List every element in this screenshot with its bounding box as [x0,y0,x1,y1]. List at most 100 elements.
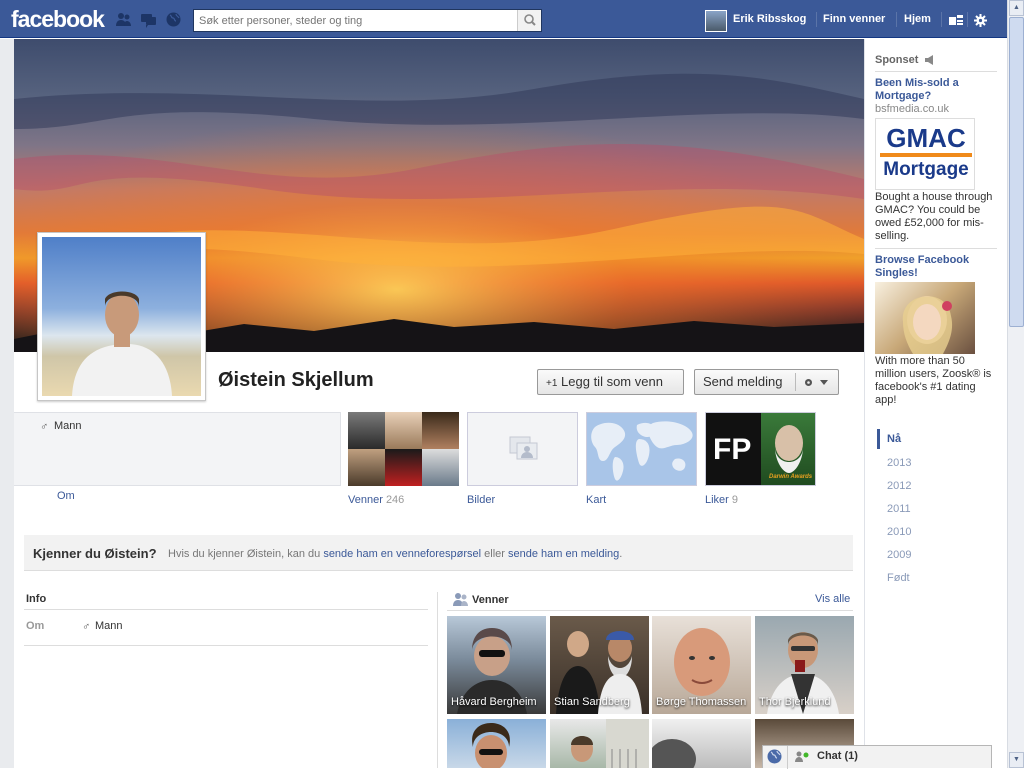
user-avatar[interactable] [705,10,727,32]
profile-photo-image [42,237,201,396]
add-friend-label: Legg til som venn [561,374,663,389]
scroll-up-arrow[interactable]: ▲ [1009,0,1024,16]
nav-divider [896,12,897,27]
friend-requests-icon[interactable] [115,11,132,28]
search-icon [524,14,536,26]
search-input[interactable] [194,10,518,31]
info-row-divider [24,645,428,646]
scroll-down-arrow[interactable]: ▼ [1009,752,1024,768]
friend-tile[interactable] [652,719,751,768]
ad2-body[interactable]: With more than 50 million users, Zoosk® … [875,355,999,407]
friends-tile[interactable] [348,412,459,486]
sponsored-header: Sponset [875,54,936,66]
gmac-logo-subtext: Mortgage [883,159,969,180]
messages-icon[interactable] [140,11,157,28]
know-box-title: Kjenner du Øistein? [33,546,157,561]
ad1-image-gmac-logo[interactable]: GMAC Mortgage [875,118,975,190]
know-box-text: Hvis du kjenner Øistein, kan du sende ha… [168,548,622,560]
profile-picture[interactable] [37,232,206,401]
friends-tile-label[interactable]: Venner 246 [348,494,404,506]
find-friends-link[interactable]: Finn venner [823,13,885,25]
svg-text:FP: FP [713,433,751,466]
timeline-year[interactable]: 2011 [887,503,911,515]
ad2-title[interactable]: Browse Facebook Singles! [875,254,995,280]
photos-tile-label[interactable]: Bilder [467,494,495,506]
map-tile[interactable] [586,412,697,486]
friend-tile[interactable] [550,719,649,768]
timeline-year[interactable]: 2013 [887,457,911,469]
chat-label[interactable]: Chat (1) [817,750,858,762]
friend-name: Håvard Bergheim [451,696,537,708]
info-row-label: Om [26,620,45,632]
friends-tile-text: Venner [348,494,383,506]
field-production-logo: FP [706,413,761,485]
column-divider [437,592,438,768]
friends-section-title: Venner [472,594,509,606]
send-friend-request-link[interactable]: sende ham en venneforespørsel [323,548,481,560]
nav-divider [941,12,942,27]
info-divider [24,609,428,610]
friend-tile[interactable]: Thor Bjerklund [755,616,854,714]
ad-divider [875,248,997,249]
timeline-current-marker [877,429,880,449]
photos-placeholder-icon [509,436,538,460]
map-tile-label[interactable]: Kart [586,494,606,506]
user-name-link[interactable]: Erik Ribsskog [733,13,806,25]
sponsored-label: Sponset [875,54,919,66]
gmac-logo-text: GMAC [886,123,966,153]
timeline-year[interactable]: 2010 [887,526,911,538]
friends-count: 246 [385,494,405,506]
know-box-text-mid: eller [484,548,505,560]
see-all-friends-link[interactable]: Vis alle [815,593,850,605]
darwin-awards-thumb-text: Darwin Awards [769,474,813,480]
add-friend-button[interactable]: +1 Legg til som venn [537,369,684,395]
gmac-logo-stripe [880,153,972,157]
friend-tile[interactable]: Stian Sandberg [550,616,649,714]
chat-divider [787,746,788,769]
ad1-source[interactable]: bsfmedia.co.uk [875,103,949,115]
chat-online-user-icon [795,751,809,762]
scroll-thumb[interactable] [1009,17,1024,327]
add-friend-icon: +1 [546,378,558,389]
likes-tile-text: Liker [705,494,729,506]
likes-tile-label[interactable]: Liker 9 [705,494,738,506]
likes-tile[interactable]: FP Darwin Awards [705,412,816,486]
chat-globe-icon[interactable] [766,748,783,765]
friend-tile[interactable] [447,719,546,768]
about-link[interactable]: Om [57,490,75,502]
friend-name: Stian Sandberg [554,696,630,708]
gender-male-icon: ♂ [40,421,49,433]
know-this-person-box: Kjenner du Øistein? Hvis du kjenner Øist… [24,535,853,571]
photos-tile[interactable] [467,412,578,486]
settings-gear-icon[interactable] [974,14,987,27]
friend-name: Børge Thomassen [656,696,747,708]
about-summary-box: ♂ Mann [14,412,341,486]
timeline-year[interactable]: 2009 [887,549,911,561]
friend-tile[interactable]: Håvard Bergheim [447,616,546,714]
send-message-link[interactable]: sende ham en melding [508,548,619,560]
timeline-year-now[interactable]: Nå [887,433,901,445]
friend-tile[interactable]: Børge Thomassen [652,616,751,714]
ad1-title[interactable]: Been Mis-sold a Mortgage? [875,77,995,103]
friends-section-icon [453,593,468,606]
actions-gear-dropdown-icon[interactable] [803,377,831,388]
page-scrollbar[interactable]: ▲ ▼ [1007,0,1024,768]
ad1-body[interactable]: Bought a house through GMAC? You could b… [875,191,999,243]
search-button[interactable] [517,10,541,31]
nav-divider [816,12,817,27]
timeline-year-born[interactable]: Født [887,572,910,584]
button-divider [795,373,796,391]
profile-name: Øistein Skjellum [218,369,374,391]
ad2-image[interactable] [875,282,975,354]
likes-count: 9 [731,494,739,506]
megaphone-icon [925,55,934,66]
privacy-shortcuts-icon[interactable] [948,13,964,27]
know-box-text-before: Hvis du kjenner Øistein, kan du [168,548,321,560]
chat-bar[interactable]: Chat (1) [762,745,992,769]
facebook-logo[interactable]: facebook [11,6,105,33]
top-bar: facebook Erik Ribsskog Finn venner Hjem [0,0,1007,38]
home-link[interactable]: Hjem [904,13,931,25]
notifications-globe-icon[interactable] [165,11,182,28]
timeline-year[interactable]: 2012 [887,480,911,492]
send-message-button[interactable]: Send melding [694,369,839,395]
